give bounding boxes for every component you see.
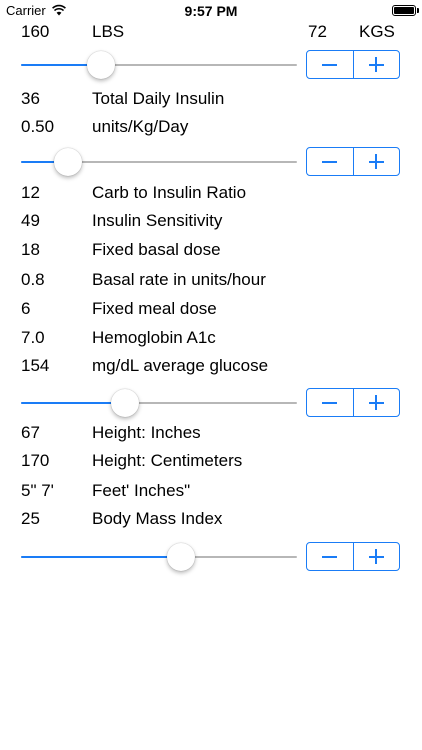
derived-row: 49 Insulin Sensitivity xyxy=(0,207,422,235)
a1c-label: Hemoglobin A1c xyxy=(92,328,216,347)
fixed-meal-label: Fixed meal dose xyxy=(92,299,217,318)
a1c-value: 7.0 xyxy=(21,328,45,347)
height-stepper[interactable] xyxy=(306,542,400,571)
fixed-meal-value: 6 xyxy=(21,299,31,318)
minus-icon xyxy=(322,63,338,66)
total-daily-insulin-label: Total Daily Insulin xyxy=(92,89,225,108)
fixed-basal-value: 18 xyxy=(21,240,40,259)
battery-icon xyxy=(392,5,416,16)
height-cm-label: Height: Centimeters xyxy=(92,451,243,470)
units-per-kg-value: 0.50 xyxy=(21,117,55,136)
derived-row: 0.8 Basal rate in units/hour xyxy=(0,266,422,294)
average-glucose-row: 154 mg/dL average glucose xyxy=(0,352,422,380)
weight-lbs-label: LBS xyxy=(92,22,125,41)
height-inches-row: 67 Height: Inches xyxy=(0,419,422,447)
height-feet-label: Feet' Inches" xyxy=(92,481,191,500)
insulin-slider[interactable] xyxy=(21,147,297,177)
height-cm-row: 170 Height: Centimeters xyxy=(0,447,422,475)
basal-rate-value: 0.8 xyxy=(21,270,45,289)
slider-thumb[interactable] xyxy=(87,51,116,79)
glucose-increment-button[interactable] xyxy=(352,389,400,416)
insulin-stepper[interactable] xyxy=(306,147,400,176)
total-daily-insulin-value: 36 xyxy=(21,89,40,108)
status-time: 9:57 PM xyxy=(184,3,238,19)
derived-row: 18 Fixed basal dose xyxy=(0,236,422,264)
weight-lbs-value: 160 xyxy=(21,22,50,41)
weight-decrement-button[interactable] xyxy=(307,51,353,78)
height-feet-value: 5" 7' xyxy=(21,481,54,500)
weight-kgs-value: 72 xyxy=(308,22,327,41)
glucose-slider[interactable] xyxy=(21,388,297,418)
bmi-row: 25 Body Mass Index xyxy=(0,505,422,533)
battery-tip xyxy=(417,8,419,13)
slider-thumb[interactable] xyxy=(53,148,82,176)
height-increment-button[interactable] xyxy=(352,543,400,570)
minus-icon xyxy=(322,555,338,558)
height-slider[interactable] xyxy=(21,542,297,572)
derived-row: 12 Carb to Insulin Ratio xyxy=(0,179,422,207)
slider-fill xyxy=(21,556,182,558)
insulin-sensitivity-value: 49 xyxy=(21,211,40,230)
units-per-kg-label: units/Kg/Day xyxy=(92,117,189,136)
weight-kgs-label: KGS xyxy=(359,22,395,41)
slider-thumb[interactable] xyxy=(167,543,196,571)
fixed-basal-label: Fixed basal dose xyxy=(92,240,221,259)
insulin-decrement-button[interactable] xyxy=(307,148,353,175)
average-glucose-label: mg/dL average glucose xyxy=(92,356,269,375)
weight-slider[interactable] xyxy=(21,50,297,80)
slider-thumb[interactable] xyxy=(110,389,139,417)
units-per-kg-row: 0.50 units/Kg/Day xyxy=(0,113,422,141)
minus-icon xyxy=(322,401,338,404)
glucose-stepper[interactable] xyxy=(306,388,400,417)
carb-ratio-label: Carb to Insulin Ratio xyxy=(92,183,247,202)
carb-ratio-value: 12 xyxy=(21,183,40,202)
weight-stepper[interactable] xyxy=(306,50,400,79)
height-feet-row: 5" 7' Feet' Inches" xyxy=(0,477,422,505)
total-daily-insulin-row: 36 Total Daily Insulin xyxy=(0,85,422,113)
a1c-row: 7.0 Hemoglobin A1c xyxy=(0,324,422,352)
bmi-label: Body Mass Index xyxy=(92,509,223,528)
slider-fill xyxy=(21,402,125,404)
glucose-decrement-button[interactable] xyxy=(307,389,353,416)
insulin-increment-button[interactable] xyxy=(352,148,400,175)
minus-icon xyxy=(322,160,338,163)
height-inches-value: 67 xyxy=(21,423,40,442)
insulin-sensitivity-label: Insulin Sensitivity xyxy=(92,211,223,230)
weight-row: 160 LBS 72 KGS xyxy=(0,18,422,46)
derived-row: 6 Fixed meal dose xyxy=(0,295,422,323)
bmi-value: 25 xyxy=(21,509,40,528)
basal-rate-label: Basal rate in units/hour xyxy=(92,270,266,289)
height-inches-label: Height: Inches xyxy=(92,423,201,442)
height-cm-value: 170 xyxy=(21,451,50,470)
height-decrement-button[interactable] xyxy=(307,543,353,570)
average-glucose-value: 154 xyxy=(21,356,50,375)
weight-increment-button[interactable] xyxy=(352,51,400,78)
